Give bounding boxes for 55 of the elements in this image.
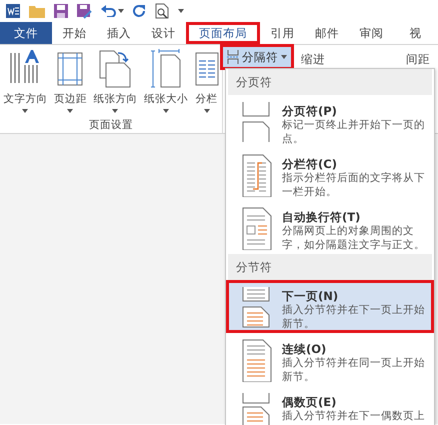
ribbon-button[interactable]: 纸张大小 [144, 49, 188, 113]
item-title: 分页符(P) [282, 104, 337, 118]
save-icon[interactable] [54, 4, 68, 18]
ribbon-tab[interactable]: 邮件 [304, 22, 350, 44]
menu-item[interactable]: 自动换行符(T) 分隔网页上的对象周围的文字，如分隔题注文字与正文。 [226, 201, 434, 254]
ribbon-button[interactable]: 文字方向 [3, 49, 48, 113]
indent-label: 缩进 [301, 52, 325, 67]
ribbon-tab[interactable]: 视 [394, 22, 438, 44]
caret-icon [163, 109, 170, 113]
ribbon-button[interactable]: 分栏 [194, 49, 219, 113]
item-description: 指示分栏符后面的文字将从下一栏开始。 [282, 171, 426, 199]
item-description: 插入分节符并在下一偶数页上 [282, 409, 426, 423]
menu-item[interactable]: 连续(O) 插入分节符并在同一页上开始新节。 [226, 333, 434, 386]
save-as-icon[interactable] [77, 4, 92, 18]
caret-icon [118, 9, 124, 13]
item-description: 插入分节符并在同一页上开始新节。 [282, 356, 426, 384]
menu-item[interactable]: 分页符(P) 标记一页终止并开始下一页的点。 [226, 95, 434, 148]
ribbon-tab[interactable]: 页面布局 [186, 22, 260, 44]
redo-icon[interactable] [133, 4, 146, 18]
undo-icon[interactable] [101, 5, 116, 17]
caret-icon [22, 109, 28, 113]
word-logo-icon[interactable] [6, 4, 20, 18]
file-tab[interactable]: 文件 [0, 22, 52, 44]
menu-item[interactable]: 偶数页(E) 插入分节符并在下一偶数页上 [226, 386, 434, 425]
page-rotate-icon [98, 49, 132, 89]
menu-item[interactable]: 下一页(N) 插入分节符并在下一页上开始新节。 [226, 280, 434, 333]
breaks-icon [227, 50, 239, 64]
page-size-icon [151, 49, 182, 89]
ribbon-tab[interactable]: 引用 [260, 22, 305, 44]
item-title: 连续(O) [282, 342, 328, 356]
menu-item[interactable]: 分栏符(C) 指示分栏符后面的文字将从下一栏开始。 [226, 148, 434, 201]
caret-icon [281, 55, 287, 59]
ribbon-button[interactable]: 纸张方向 [93, 49, 138, 113]
print-preview-icon[interactable] [155, 3, 169, 19]
ribbon-tab[interactable]: 设计 [141, 22, 186, 44]
item-description: 分隔网页上的对象周围的文字，如分隔题注文字与正文。 [282, 224, 426, 252]
ribbon-tab[interactable]: 开始 [52, 22, 97, 44]
item-title: 偶数页(E) [282, 395, 338, 409]
caret-icon [204, 109, 210, 113]
item-description: 插入分节符并在下一页上开始新节。 [282, 303, 426, 331]
item-description: 标记一页终止并开始下一页的点。 [282, 118, 426, 146]
caret-icon [112, 109, 118, 113]
item-title: 分栏符(C) [282, 157, 338, 171]
section-header: 分节符 [228, 254, 432, 280]
item-title: 下一页(N) [282, 289, 340, 303]
ribbon-button[interactable]: 页边距 [54, 49, 87, 113]
spacing-label: 间距 [406, 52, 430, 67]
ribbon-tab[interactable]: 审阅 [349, 22, 394, 44]
breaks-button[interactable]: 分隔符 [223, 47, 291, 67]
section-header: 分页符 [228, 69, 432, 95]
group-label: 页面设置 [88, 118, 134, 132]
caret-icon [67, 109, 74, 113]
item-title: 自动换行符(T) [282, 210, 362, 224]
caret-icon [178, 9, 184, 13]
ribbon-tab[interactable]: 插入 [96, 22, 142, 44]
